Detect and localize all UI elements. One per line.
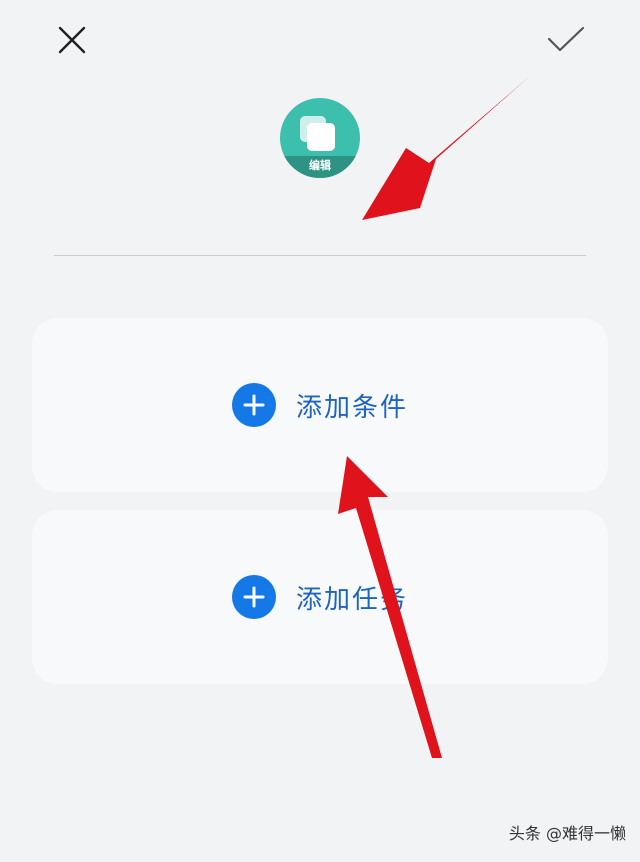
divider — [54, 255, 586, 256]
shortcut-app-icon[interactable]: 编辑 — [280, 98, 360, 178]
add-task-label: 添加任务 — [295, 584, 408, 615]
plus-icon — [231, 383, 276, 427]
watermark-text: 头条 @难得一懒 — [508, 824, 626, 843]
close-button[interactable] — [48, 16, 96, 64]
close-icon — [58, 26, 86, 54]
plus-icon — [231, 575, 276, 619]
top-bar — [0, 0, 640, 90]
confirm-button[interactable] — [542, 16, 590, 64]
add-task-card[interactable]: 添加任务 — [32, 510, 608, 684]
layers-icon-front — [307, 123, 335, 151]
add-condition-label: 添加条件 — [295, 392, 408, 423]
checkmark-icon — [547, 26, 585, 52]
annotation-arrow-top — [362, 76, 530, 220]
add-condition-card[interactable]: 添加条件 — [32, 318, 608, 492]
edit-badge[interactable]: 编辑 — [280, 156, 360, 178]
